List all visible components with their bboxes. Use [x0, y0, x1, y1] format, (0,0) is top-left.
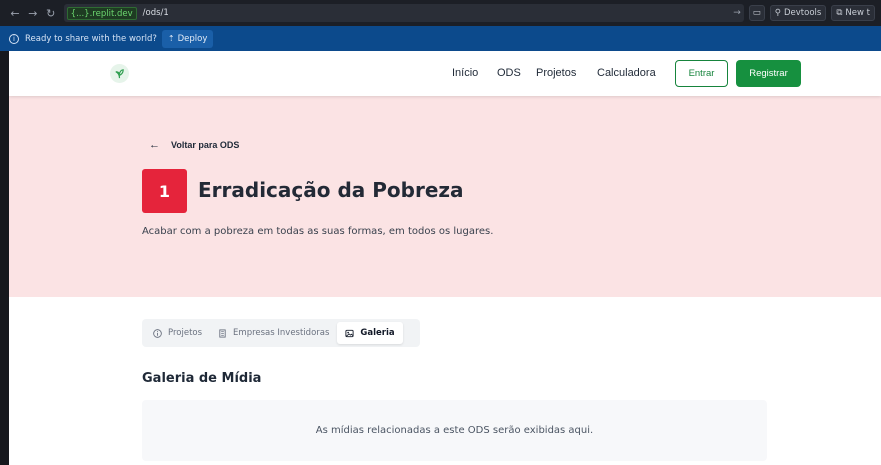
logo-icon[interactable] — [110, 64, 129, 83]
devtools-button[interactable]: ⚲ Devtools — [769, 5, 827, 21]
deploy-label: Deploy — [177, 33, 208, 44]
media-empty-state: As mídias relacionadas a este ODS serão … — [142, 400, 767, 461]
image-icon — [345, 329, 354, 338]
ods-number-badge: 1 — [142, 169, 187, 213]
nav-link-projetos[interactable]: Projetos — [536, 67, 576, 79]
url-path: /ods/1 — [142, 8, 169, 18]
rocket-icon: ⇡ — [167, 34, 175, 43]
arrow-left-icon: ← — [149, 139, 160, 151]
left-gutter — [0, 51, 9, 465]
ods-description: Acabar com a pobreza em todas as suas fo… — [142, 226, 494, 237]
external-link-icon: ⧉ — [836, 8, 843, 18]
tab-label: Empresas Investidoras — [233, 328, 330, 338]
nav-link-inicio[interactable]: Início — [452, 67, 478, 79]
gallery-title: Galeria de Mídia — [142, 371, 262, 386]
tab-list: Projetos Empresas Investidoras Galeria — [142, 319, 420, 347]
forward-arrow-icon[interactable]: → — [24, 4, 42, 22]
screen-icon[interactable]: ▭ — [748, 5, 765, 21]
info-icon — [153, 328, 162, 338]
browser-toolbar: ← → ↻ {...}.replit.dev /ods/1 → ▭ ⚲ Devt… — [0, 0, 881, 26]
deploy-button[interactable]: ⇡ Deploy — [161, 29, 214, 48]
devtools-label: Devtools — [783, 8, 822, 18]
domain-chip: {...}.replit.dev — [66, 6, 137, 20]
back-arrow-icon[interactable]: ← — [6, 4, 24, 22]
reload-icon[interactable]: ↻ — [42, 4, 60, 22]
info-icon: i — [9, 33, 19, 44]
ods-hero: ← Voltar para ODS 1 Erradicação da Pobre… — [9, 96, 881, 297]
deploy-banner: i Ready to share with the world? ⇡ Deplo… — [0, 26, 881, 51]
register-button[interactable]: Registrar — [736, 60, 801, 87]
back-label: Voltar para ODS — [171, 140, 240, 150]
page: Início ODS Projetos Calculadora Entrar R… — [9, 51, 881, 465]
tab-empresas-investidoras[interactable]: Empresas Investidoras — [210, 322, 337, 344]
new-tab-label: New t — [845, 8, 870, 18]
page-title: Erradicação da Pobreza — [198, 178, 464, 202]
tab-projetos[interactable]: Projetos — [145, 322, 210, 344]
banner-message: Ready to share with the world? — [25, 33, 157, 44]
top-nav: Início ODS Projetos Calculadora Entrar R… — [9, 51, 881, 96]
back-to-ods-link[interactable]: ← Voltar para ODS — [149, 139, 239, 151]
wrench-icon: ⚲ — [774, 8, 781, 18]
empty-message: As mídias relacionadas a este ODS serão … — [315, 425, 594, 436]
nav-link-ods[interactable]: ODS — [497, 67, 521, 79]
address-bar[interactable]: {...}.replit.dev /ods/1 → — [63, 4, 744, 22]
tab-galeria[interactable]: Galeria — [337, 322, 403, 344]
building-icon — [218, 328, 227, 338]
new-tab-button[interactable]: ⧉ New t — [831, 5, 875, 21]
nav-link-calculadora[interactable]: Calculadora — [597, 67, 656, 79]
login-button[interactable]: Entrar — [675, 60, 728, 87]
tab-label: Projetos — [168, 328, 203, 338]
tab-label: Galeria — [360, 328, 395, 338]
go-arrow-icon[interactable]: → — [733, 8, 741, 18]
